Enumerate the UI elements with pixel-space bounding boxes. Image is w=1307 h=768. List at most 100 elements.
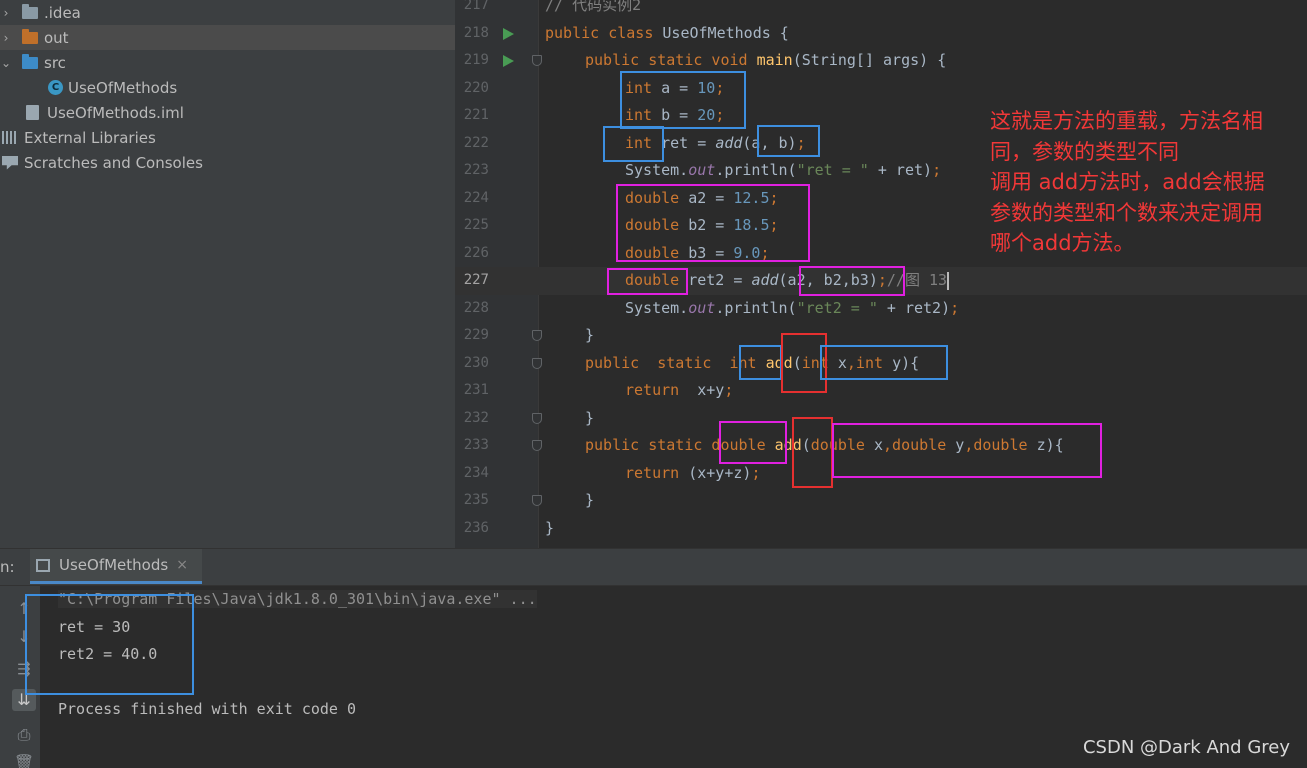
line-number: 235 <box>463 492 489 508</box>
tree-item-idea[interactable]: › .idea <box>0 0 455 25</box>
class-icon: C <box>48 80 63 95</box>
fold-icon[interactable] <box>532 55 542 66</box>
folder-icon <box>22 28 38 44</box>
scroll-to-end-icon[interactable]: ⇊ <box>12 689 36 711</box>
tree-item-label: out <box>44 28 69 47</box>
scratch-icon <box>2 155 18 170</box>
code-text: double b3 = 9.0; <box>625 243 770 262</box>
line-number: 232 <box>463 409 489 426</box>
code-line[interactable]: 220 int a = 10; <box>455 75 1307 103</box>
tab-label: UseOfMethods <box>59 556 169 574</box>
arrow-down-icon[interactable]: ↓ <box>12 626 36 648</box>
line-number: 225 <box>463 217 489 233</box>
code-text: int ret = add(a, b); <box>625 133 806 152</box>
line-number: 223 <box>463 162 489 178</box>
tree-item-scratches[interactable]: Scratches and Consoles <box>0 150 455 175</box>
code-line[interactable]: 235 } <box>455 487 1307 515</box>
fold-icon[interactable] <box>532 330 542 341</box>
chevron-right-icon[interactable]: › <box>0 31 12 45</box>
tree-item-label: UseOfMethods.iml <box>47 103 184 122</box>
code-line[interactable]: 231 return x+y; <box>455 377 1307 405</box>
line-number: 222 <box>463 134 489 151</box>
run-toolbar: ↑ ↓ ⇶ ⇊ ⎙ 🗑 <box>0 586 40 768</box>
code-line[interactable]: 228 System.out.println("ret2 = " + ret2)… <box>455 295 1307 323</box>
code-line[interactable]: 217 // 代码实例2 <box>455 0 1307 20</box>
close-icon[interactable]: × <box>176 557 188 573</box>
line-number: 229 <box>463 327 489 343</box>
code-text: // 代码实例2 <box>545 0 642 14</box>
code-text: } <box>585 491 595 509</box>
code-text: public static double add(double x,double… <box>585 436 1064 454</box>
line-number: 226 <box>463 244 489 261</box>
line-number: 224 <box>463 189 489 206</box>
line-number: 234 <box>463 464 489 481</box>
code-line[interactable]: 229 } <box>455 322 1307 350</box>
code-line[interactable]: 236 } <box>455 515 1307 543</box>
tree-item-label: External Libraries <box>24 128 156 147</box>
chevron-down-icon[interactable]: ⌄ <box>0 56 12 70</box>
soft-wrap-icon[interactable]: ⇶ <box>12 658 36 680</box>
console-icon <box>36 558 50 572</box>
console-command: "C:\Program Files\Java\jdk1.8.0_301\bin\… <box>58 590 537 608</box>
console-output-ret2: ret2 = 40.0 <box>58 645 158 663</box>
trash-icon[interactable]: 🗑 <box>12 752 36 768</box>
line-number: 231 <box>463 382 489 398</box>
project-tree-panel: › .idea › out ⌄ src C UseOfMethods UseOf… <box>0 0 455 548</box>
code-line[interactable]: 230 public static int add(int x,int y){ <box>455 350 1307 378</box>
run-icon[interactable] <box>503 55 514 67</box>
folder-icon <box>22 53 38 69</box>
fold-icon[interactable] <box>532 357 542 369</box>
line-number: 217 <box>463 0 489 13</box>
code-text: System.out.println("ret = " + ret); <box>625 161 942 179</box>
line-number: 228 <box>463 299 489 316</box>
line-number: 227 <box>463 272 489 288</box>
code-text: public class UseOfMethods { <box>545 23 789 42</box>
code-line[interactable]: 233 public static double add(double x,do… <box>455 432 1307 460</box>
tree-item-label: .idea <box>44 3 81 22</box>
code-text: } <box>545 518 555 537</box>
line-number: 236 <box>463 519 489 536</box>
print-icon[interactable]: ⎙ <box>12 724 36 746</box>
text-caret <box>947 271 950 290</box>
tree-item-iml-file[interactable]: UseOfMethods.iml <box>0 100 455 125</box>
code-line[interactable]: 234 return (x+y+z); <box>455 460 1307 488</box>
tree-item-useofmethods-class[interactable]: C UseOfMethods <box>0 75 455 100</box>
code-line[interactable]: 218 public class UseOfMethods { <box>455 20 1307 48</box>
code-text: public static int add(int x,int y){ <box>585 353 920 372</box>
line-number: 233 <box>463 437 489 453</box>
code-text: public static void main(String[] args) { <box>585 51 947 69</box>
run-label: n: <box>0 558 15 576</box>
tree-item-out[interactable]: › out <box>0 25 455 50</box>
tree-item-label: UseOfMethods <box>68 78 178 97</box>
arrow-up-icon[interactable]: ↑ <box>12 598 36 620</box>
fold-icon[interactable] <box>532 412 542 424</box>
code-editor[interactable]: 217 // 代码实例2 218 public class UseOfMetho… <box>455 0 1307 548</box>
run-icon[interactable] <box>503 27 514 40</box>
code-text: return x+y; <box>625 381 734 399</box>
code-text: double ret2 = add(a2, b2,b3);//图 13 <box>625 271 950 290</box>
code-text: } <box>585 326 595 344</box>
chevron-right-icon[interactable]: › <box>0 6 12 20</box>
fold-icon[interactable] <box>532 495 542 506</box>
console-output-ret: ret = 30 <box>58 618 131 636</box>
tab-useofmethods[interactable]: UseOfMethods × <box>30 549 202 584</box>
tree-item-src[interactable]: ⌄ src <box>0 50 455 75</box>
console-exit-message: Process finished with exit code 0 <box>58 700 357 718</box>
code-text: return (x+y+z); <box>625 463 761 482</box>
watermark: CSDN @Dark And Grey <box>1082 737 1290 758</box>
code-text: } <box>585 408 595 427</box>
file-icon <box>26 105 39 120</box>
folder-icon <box>22 3 38 19</box>
tree-item-external-libraries[interactable]: External Libraries <box>0 125 455 150</box>
line-number: 218 <box>463 24 489 41</box>
code-text: double b2 = 18.5; <box>625 216 779 234</box>
line-number: 230 <box>463 354 489 371</box>
line-number: 219 <box>463 52 489 68</box>
code-line-current[interactable]: 227 double ret2 = add(a2, b2,b3);//图 13 <box>455 267 1307 295</box>
code-line[interactable]: 232 } <box>455 405 1307 433</box>
fold-icon[interactable] <box>532 440 542 451</box>
code-line[interactable]: 219 public static void main(String[] arg… <box>455 47 1307 75</box>
overload-annotation: 这就是方法的重载，方法名相 同，参数的类型不同 调用 add方法时，add会根据… <box>990 109 1265 255</box>
code-text: double a2 = 12.5; <box>625 188 779 207</box>
tree-item-label: Scratches and Consoles <box>24 153 203 172</box>
